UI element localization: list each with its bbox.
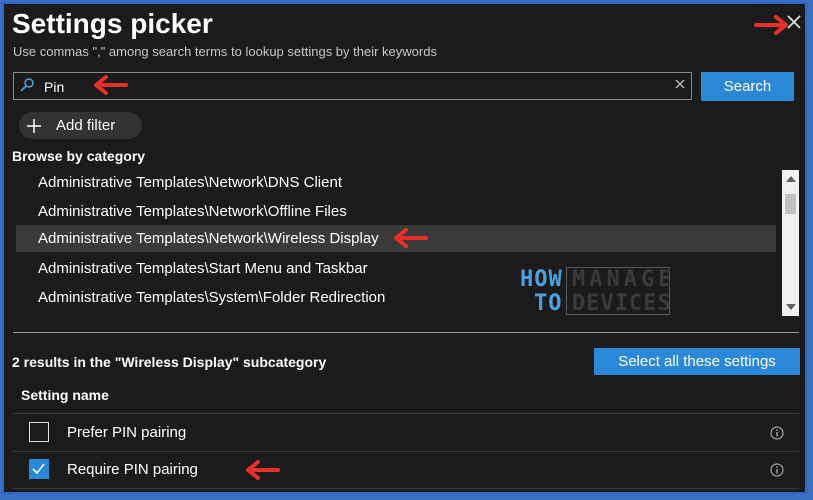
results-summary: 2 results in the "Wireless Display" subc… <box>12 354 327 370</box>
settings-picker-panel: Settings picker Use commas "," among sea… <box>2 2 807 494</box>
info-icon[interactable] <box>770 463 784 477</box>
add-filter-label: Add filter <box>56 117 116 134</box>
clear-icon[interactable] <box>674 77 686 95</box>
column-header-setting-name[interactable]: Setting name <box>21 387 109 403</box>
search-input[interactable] <box>42 76 666 98</box>
row-checkbox-checked[interactable] <box>29 459 49 479</box>
scrollbar-thumb[interactable] <box>785 194 796 214</box>
setting-name: Require PIN pairing <box>67 461 198 478</box>
annotation-arrow-icon <box>246 460 280 480</box>
browse-heading: Browse by category <box>12 148 146 164</box>
row-divider <box>13 488 799 489</box>
checkmark-icon <box>32 463 45 475</box>
search-button[interactable]: Search <box>701 72 794 101</box>
panel-subtitle: Use commas "," among search terms to loo… <box>13 44 437 59</box>
annotation-arrow-icon <box>754 15 788 35</box>
scroll-down-icon[interactable] <box>786 304 796 310</box>
watermark-manage: MANAGE <box>572 267 676 292</box>
table-row: Prefer PIN pairing <box>13 414 799 451</box>
select-all-button[interactable]: Select all these settings <box>594 348 800 375</box>
add-filter-button[interactable]: Add filter <box>19 112 142 139</box>
setting-name: Prefer PIN pairing <box>67 424 187 441</box>
panel-title: Settings picker <box>12 8 213 39</box>
watermark-how: HOW <box>520 267 563 292</box>
info-icon[interactable] <box>770 426 784 440</box>
category-item[interactable]: Administrative Templates\Network\DNS Cli… <box>16 169 776 196</box>
category-scrollbar[interactable] <box>782 170 799 316</box>
table-row: Require PIN pairing <box>13 451 799 488</box>
search-icon <box>19 77 35 93</box>
watermark-to: TO <box>534 291 563 316</box>
watermark-devices: DEVICES <box>572 291 672 316</box>
annotation-arrow-icon <box>94 75 128 95</box>
row-checkbox[interactable] <box>29 422 49 442</box>
annotation-arrow-icon <box>394 228 428 248</box>
scroll-up-icon[interactable] <box>786 176 796 182</box>
category-item[interactable]: Administrative Templates\Network\Offline… <box>16 198 776 225</box>
plus-icon <box>26 118 42 134</box>
section-divider <box>13 332 799 333</box>
